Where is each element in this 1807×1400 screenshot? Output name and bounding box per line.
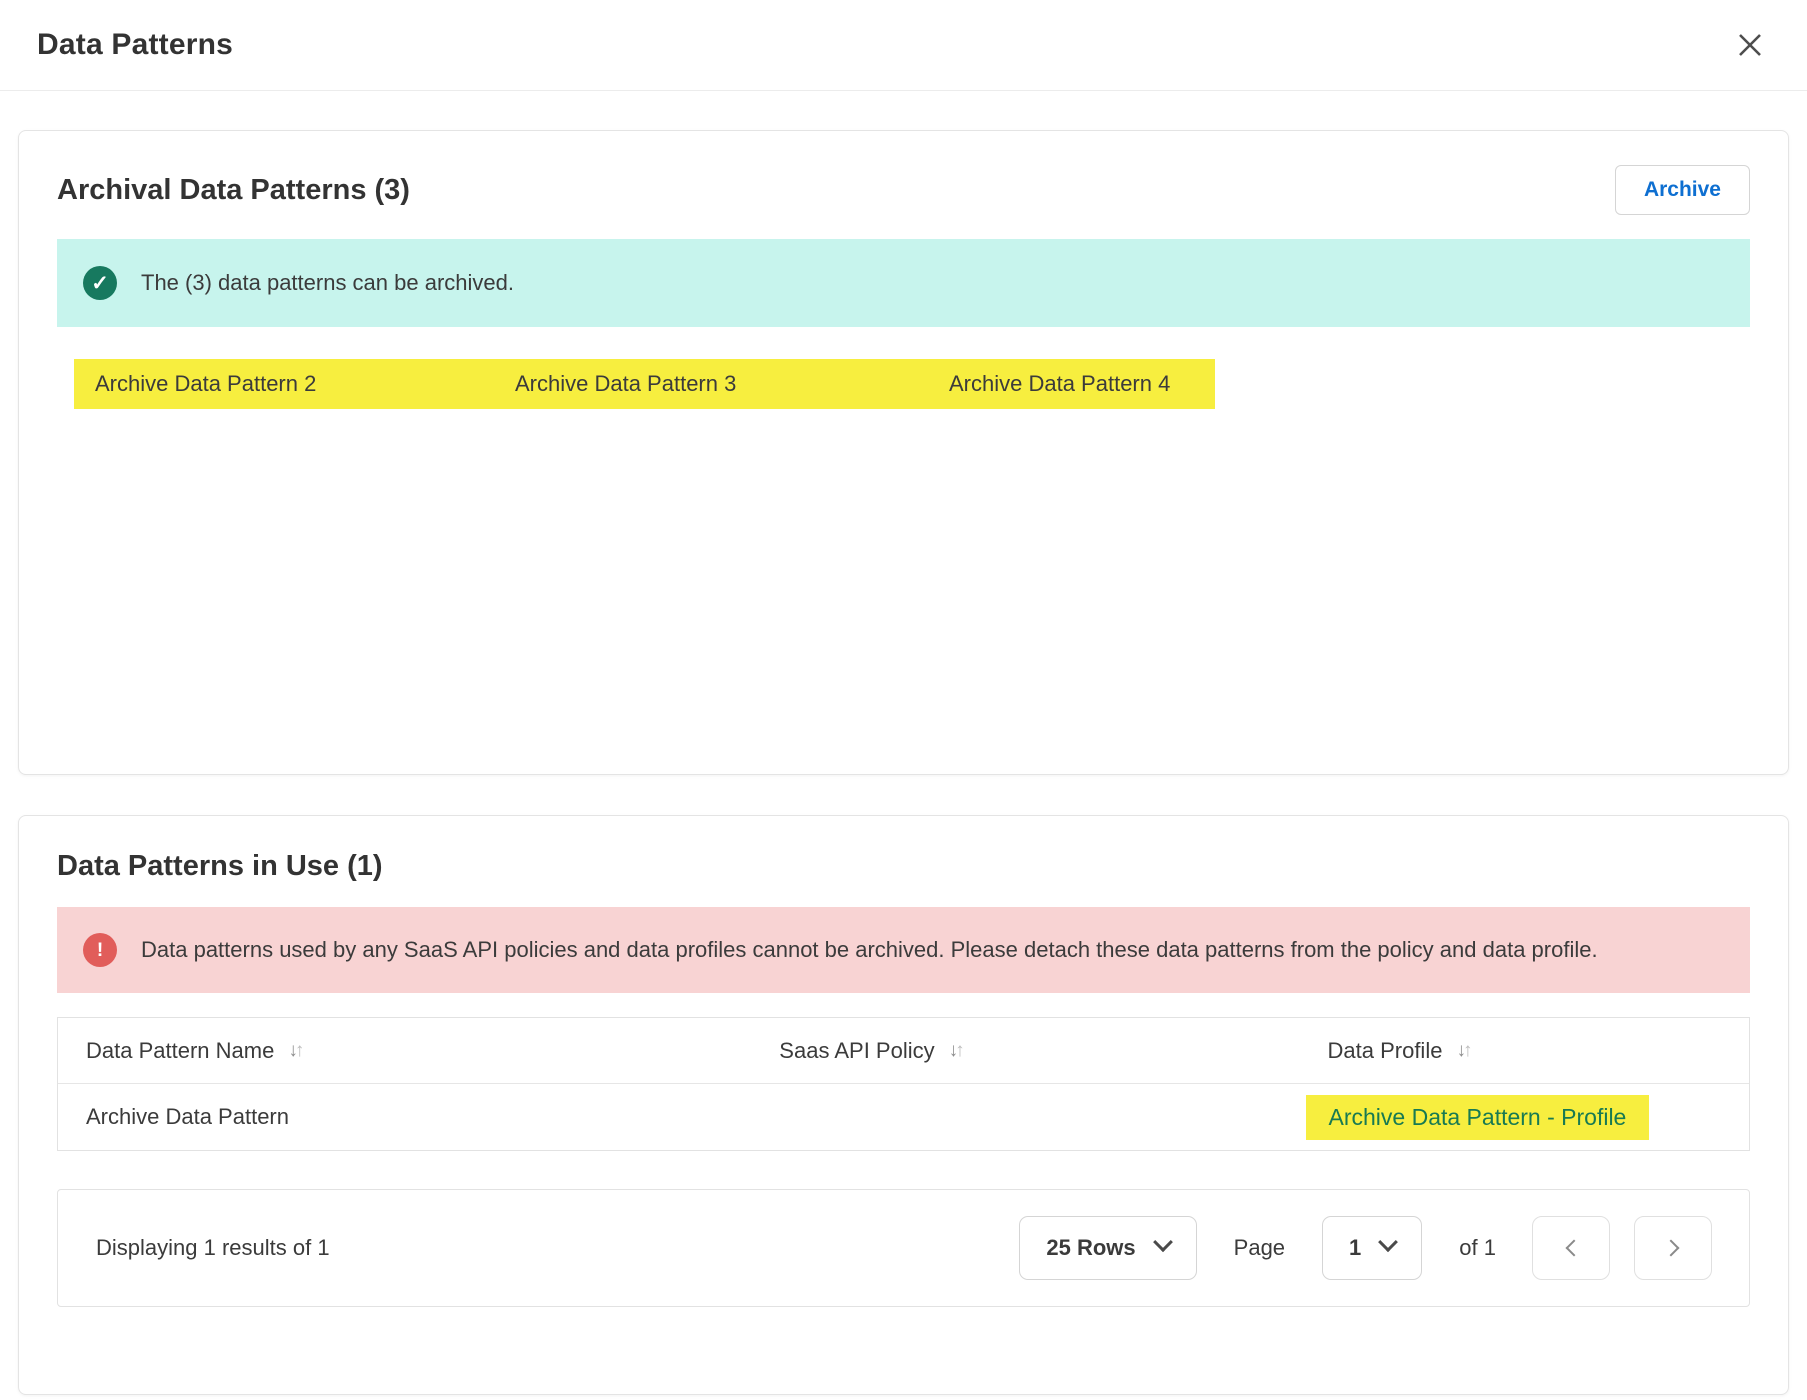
sort-icon[interactable]: ↓↑	[288, 1039, 304, 1062]
sort-up-arrow: ↑	[1462, 1039, 1472, 1061]
page-nav-buttons	[1532, 1216, 1712, 1280]
pagination-bar: Displaying 1 results of 1 25 Rows Page 1…	[57, 1189, 1750, 1307]
column-header-saas-api-policy: Saas API Policy ↓↑	[751, 1038, 1275, 1064]
archive-button[interactable]: Archive	[1614, 165, 1750, 215]
column-header-label: Saas API Policy	[779, 1037, 935, 1063]
pagination-controls: 25 Rows Page 1 of 1	[1019, 1216, 1712, 1280]
next-page-button[interactable]	[1634, 1216, 1712, 1280]
archival-data-patterns-card: Archival Data Patterns (3) Archive ✓ The…	[18, 130, 1789, 775]
column-header-label: Data Pattern Name	[86, 1037, 275, 1063]
error-banner: ! Data patterns used by any SaaS API pol…	[57, 907, 1750, 993]
in-use-card-title: Data Patterns in Use (1)	[57, 850, 383, 882]
chevron-down-icon	[1152, 1232, 1173, 1253]
sort-icon[interactable]: ↓↑	[949, 1039, 965, 1062]
sort-icon[interactable]: ↓↑	[1456, 1039, 1472, 1062]
close-icon	[1739, 34, 1761, 56]
check-glyph: ✓	[91, 271, 109, 295]
archival-card-title: Archival Data Patterns (3)	[57, 173, 410, 206]
previous-page-button[interactable]	[1532, 1216, 1610, 1280]
results-summary: Displaying 1 results of 1	[96, 1235, 330, 1260]
data-patterns-in-use-card: Data Patterns in Use (1) ! Data patterns…	[18, 815, 1789, 1395]
alert-glyph: !	[96, 939, 104, 961]
archivable-pattern-item: Archive Data Pattern 4	[949, 371, 1171, 396]
archivable-patterns-row: Archive Data Pattern 2 Archive Data Patt…	[74, 359, 1215, 409]
dialog-header: Data Patterns	[0, 0, 1807, 91]
column-header-data-pattern-name: Data Pattern Name ↓↑	[58, 1038, 751, 1064]
table-row: Archive Data Pattern Archive Data Patter…	[58, 1084, 1749, 1150]
column-header-data-profile: Data Profile ↓↑	[1276, 1038, 1750, 1064]
page-count-label: of 1	[1459, 1235, 1496, 1260]
archivable-pattern-item: Archive Data Pattern 3	[515, 371, 737, 396]
column-header-label: Data Profile	[1327, 1037, 1443, 1063]
dialog-title: Data Patterns	[37, 28, 234, 61]
table-header-row: Data Pattern Name ↓↑ Saas API Policy ↓↑ …	[58, 1018, 1749, 1084]
cell-data-pattern-name: Archive Data Pattern	[86, 1104, 289, 1129]
sort-up-arrow: ↑	[294, 1039, 304, 1061]
archivable-pattern-item: Archive Data Pattern 2	[95, 371, 317, 396]
rows-per-page-value: 25 Rows	[1046, 1235, 1136, 1260]
page-number-select[interactable]: 1	[1322, 1216, 1423, 1280]
alert-circle-icon: !	[83, 933, 117, 967]
page-number-value: 1	[1349, 1235, 1362, 1260]
chevron-right-icon	[1662, 1239, 1679, 1257]
data-profile-link[interactable]: Archive Data Pattern - Profile	[1305, 1094, 1650, 1140]
success-banner: ✓ The (3) data patterns can be archived.	[57, 239, 1750, 327]
error-banner-text: Data patterns used by any SaaS API polic…	[141, 937, 1598, 962]
chevron-down-icon	[1378, 1232, 1399, 1253]
in-use-table: Data Pattern Name ↓↑ Saas API Policy ↓↑ …	[57, 1017, 1750, 1151]
chevron-left-icon	[1565, 1239, 1582, 1257]
rows-per-page-select[interactable]: 25 Rows	[1019, 1216, 1197, 1280]
page-label: Page	[1233, 1235, 1286, 1260]
close-button[interactable]	[1733, 28, 1767, 62]
sort-up-arrow: ↑	[955, 1039, 964, 1061]
success-banner-text: The (3) data patterns can be archived.	[141, 270, 514, 296]
cell-data-profile: Archive Data Pattern - Profile	[1276, 1094, 1750, 1140]
check-circle-icon: ✓	[83, 266, 117, 300]
archival-card-header: Archival Data Patterns (3) Archive	[57, 165, 1750, 215]
